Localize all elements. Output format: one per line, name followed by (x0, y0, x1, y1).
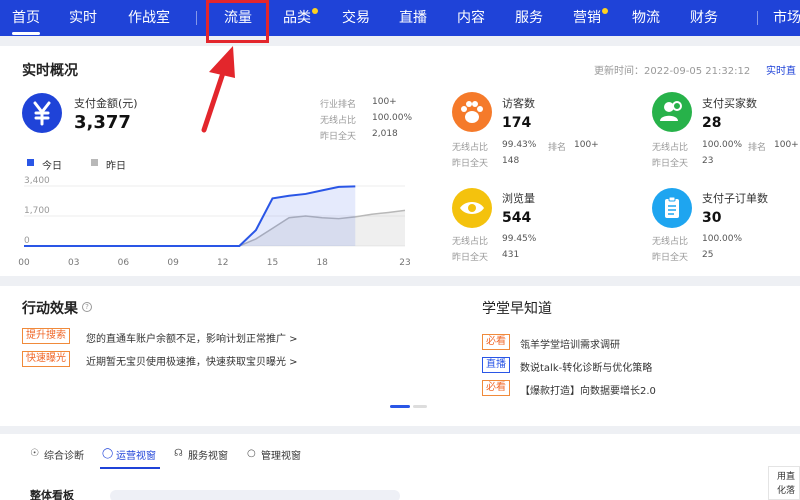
y-tick-label: 3,400 (24, 176, 50, 186)
buyers-stat-label: 排名 (748, 143, 767, 153)
action-tag: 提升搜索 (22, 328, 70, 344)
visitors-stat-value: 148 (502, 156, 520, 166)
orders-value: 30 (702, 210, 722, 226)
subtab-management[interactable]: 管理视窗 (261, 447, 301, 462)
visitors-stat-label: 昨日全天 (452, 159, 489, 169)
buyers-stat-label: 无线占比 (652, 143, 689, 153)
x-tick-label: 23 (399, 258, 410, 268)
views-stat-value: 99.45% (502, 234, 537, 244)
x-tick-label: 03 (68, 258, 79, 268)
helper-text: 化落 (777, 486, 796, 496)
x-tick-label: 12 (217, 258, 228, 268)
carousel-dot-active[interactable] (390, 405, 410, 408)
visitors-stat-value: 100+ (574, 140, 599, 150)
views-stat-label: 无线占比 (452, 237, 489, 247)
users-icon (652, 92, 692, 132)
carousel-dot[interactable] (413, 405, 427, 408)
subtab-service[interactable]: 服务视窗 (188, 447, 228, 462)
views-label: 浏览量 (502, 192, 535, 205)
helper-text: 用直 (777, 472, 796, 482)
buyers-value: 28 (702, 115, 722, 131)
buyers-stat-label: 昨日全天 (652, 159, 689, 169)
buyers-label: 支付买家数 (702, 97, 757, 110)
visitors-value: 174 (502, 115, 532, 131)
help-icon[interactable]: ? (82, 302, 92, 312)
x-tick-label: 18 (316, 258, 328, 268)
visitors-stat-label: 排名 (548, 143, 567, 153)
school-tag: 直播 (482, 357, 510, 373)
shield-icon: ◯ (102, 448, 114, 459)
x-tick-label: 09 (167, 258, 179, 268)
headset-icon: ☊ (174, 448, 183, 459)
visitors-stat-value: 99.43% (502, 140, 537, 150)
x-tick-label: 15 (267, 258, 278, 268)
board-info-bar (110, 490, 400, 500)
action-link[interactable]: 近期暂无宝贝使用极速推，快速获取宝贝曝光 > (86, 353, 298, 368)
paw-icon (452, 92, 492, 132)
school-tag: 必看 (482, 380, 510, 396)
board-title: 整体看板 (30, 489, 74, 500)
x-tick-label: 00 (18, 258, 30, 268)
floating-helper[interactable]: 用直 化落 (768, 466, 800, 500)
views-stat-label: 昨日全天 (452, 253, 489, 263)
school-title: 学堂早知道 (482, 301, 552, 317)
visitors-stat-label: 无线占比 (452, 143, 489, 153)
action-title: 行动效果 (22, 301, 78, 317)
buyers-stat-value: 100.00% (702, 140, 743, 150)
subtab-active-indicator (100, 467, 160, 469)
subtab-diagnosis[interactable]: 综合诊断 (44, 447, 84, 462)
orders-stat-label: 无线占比 (652, 237, 689, 247)
school-link[interactable]: 瓴羊学堂培训需求调研 (520, 336, 620, 351)
views-value: 544 (502, 210, 532, 226)
buyers-stat-value: 100+ (774, 140, 799, 150)
views-stat-value: 431 (502, 250, 520, 260)
action-tag: 快速曝光 (22, 351, 70, 367)
clipboard-icon (652, 188, 692, 228)
y-tick-label: 0 (24, 236, 30, 246)
orders-label: 支付子订单数 (702, 192, 768, 205)
x-tick-label: 06 (118, 258, 130, 268)
buyers-stat-value: 23 (702, 156, 714, 166)
diagnosis-icon: ☉ (30, 448, 39, 459)
school-link[interactable]: 【爆款打造】向数据要增长2.0 (520, 382, 656, 397)
highlight-box (206, 0, 269, 43)
visitors-label: 访客数 (502, 97, 535, 110)
orders-stat-value: 25 (702, 250, 714, 260)
eye-icon (452, 188, 492, 228)
orders-stat-value: 100.00% (702, 234, 743, 244)
y-tick-label: 1,700 (24, 206, 50, 216)
school-tag: 必看 (482, 334, 510, 350)
orders-stat-label: 昨日全天 (652, 253, 689, 263)
school-link[interactable]: 数说talk-转化诊断与优化策略 (520, 359, 652, 374)
medal-icon: ○ (247, 448, 256, 459)
subtab-operations[interactable]: 运营视窗 (116, 447, 156, 462)
action-link[interactable]: 您的直通车账户余额不足，影响计划正常推广 > (86, 330, 298, 345)
